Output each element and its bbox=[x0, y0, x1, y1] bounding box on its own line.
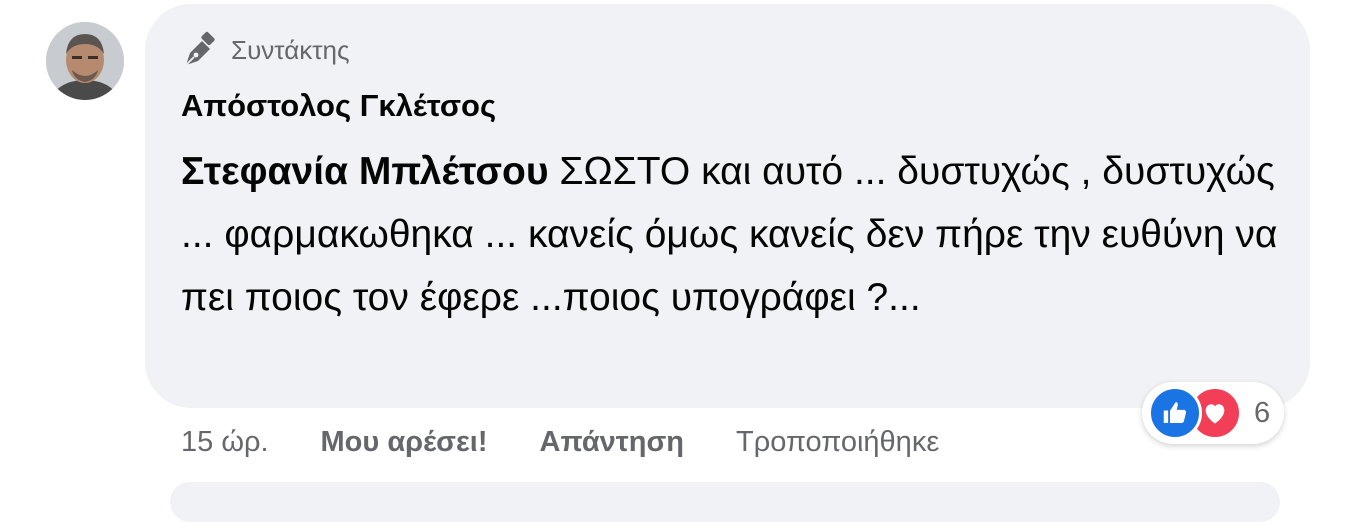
badge-label: Συντάκτης bbox=[231, 34, 350, 65]
pen-nib-icon bbox=[181, 30, 221, 70]
like-reaction-icon bbox=[1148, 386, 1202, 440]
edited-label[interactable]: Τροποποιήθηκε bbox=[736, 426, 939, 459]
next-comment-bubble bbox=[170, 482, 1280, 522]
reply-button[interactable]: Απάντηση bbox=[540, 426, 685, 459]
mention-link[interactable]: Στεφανία Μπλέτσου bbox=[181, 150, 549, 193]
comment-text: Στεφανία Μπλέτσου ΣΩΣΤΟ και αυτό ... δυσ… bbox=[181, 140, 1291, 329]
profile-photo bbox=[46, 22, 124, 100]
author-name[interactable]: Απόστολος Γκλέτσος bbox=[181, 88, 496, 124]
avatar[interactable] bbox=[46, 22, 124, 100]
reactions-summary[interactable]: 6 bbox=[1142, 382, 1285, 444]
timestamp-link[interactable]: 15 ώρ. bbox=[181, 426, 269, 459]
comment-actions: 15 ώρ. Μου αρέσει! Απάντηση Τροποποιήθηκ… bbox=[181, 420, 939, 464]
like-button[interactable]: Μου αρέσει! bbox=[321, 426, 488, 459]
reaction-count: 6 bbox=[1254, 396, 1271, 429]
author-badge: Συντάκτης bbox=[181, 30, 350, 70]
